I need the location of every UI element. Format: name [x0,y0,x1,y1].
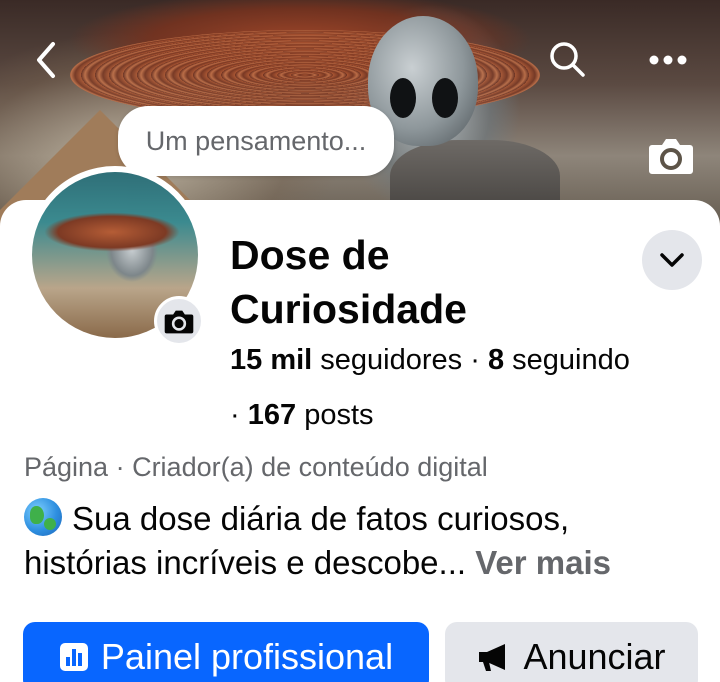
camera-icon [164,310,194,334]
following-label[interactable]: seguindo [512,344,630,376]
thought-bubble[interactable]: Um pensamento... [118,106,394,176]
see-more-link[interactable]: Ver mais [475,544,611,581]
posts-label: posts [304,399,374,431]
page-bio: Sua dose diária de fatos curiosos, histó… [24,497,714,585]
megaphone-icon [479,644,506,671]
bio-line-1: Sua dose diária de fatos curiosos, [24,497,714,541]
edit-cover-photo-button[interactable] [646,132,696,178]
advertise-label: Anunciar [523,636,666,677]
professional-dashboard-button[interactable]: Painel profissional [23,622,429,682]
camera-icon [649,139,693,174]
page-title: Dose de Curiosidade [230,232,467,332]
edit-profile-photo-button[interactable] [154,296,204,346]
stats-posts: · 167 posts [230,397,710,433]
bio-line-2: histórias incríveis e descobe... Ver mai… [24,541,714,585]
page-category: Página · Criador(a) de conteúdo digital [24,452,488,482]
chevron-down-icon [660,253,684,267]
alien-eye-right [432,78,458,118]
alien-eye-left [390,78,416,118]
bio-text-2: histórias incríveis e descobe... [24,544,467,581]
more-horizontal-icon [649,55,687,65]
chevron-left-icon [37,42,55,78]
stats-separator: · [470,344,480,376]
back-button[interactable] [26,38,66,82]
thought-placeholder: Um pensamento... [145,125,367,156]
globe-icon [24,498,62,536]
more-options-button[interactable] [644,38,692,82]
professional-dashboard-label: Painel profissional [100,636,394,677]
stats-followers-following: 15 mil seguidores · 8 seguindo [230,342,710,378]
following-count[interactable]: 8 [488,344,504,376]
profile-dropdown-button[interactable] [642,230,702,290]
stats-separator: · [230,399,240,431]
advertise-button[interactable]: Anunciar [445,622,698,682]
bar-chart-icon [59,643,88,671]
bio-text-1: Sua dose diária de fatos curiosos, [72,500,570,537]
search-button[interactable] [544,36,590,82]
search-icon [550,42,585,77]
followers-count[interactable]: 15 mil [230,344,312,376]
posts-count: 167 [247,399,297,431]
followers-label[interactable]: seguidores [320,344,462,376]
